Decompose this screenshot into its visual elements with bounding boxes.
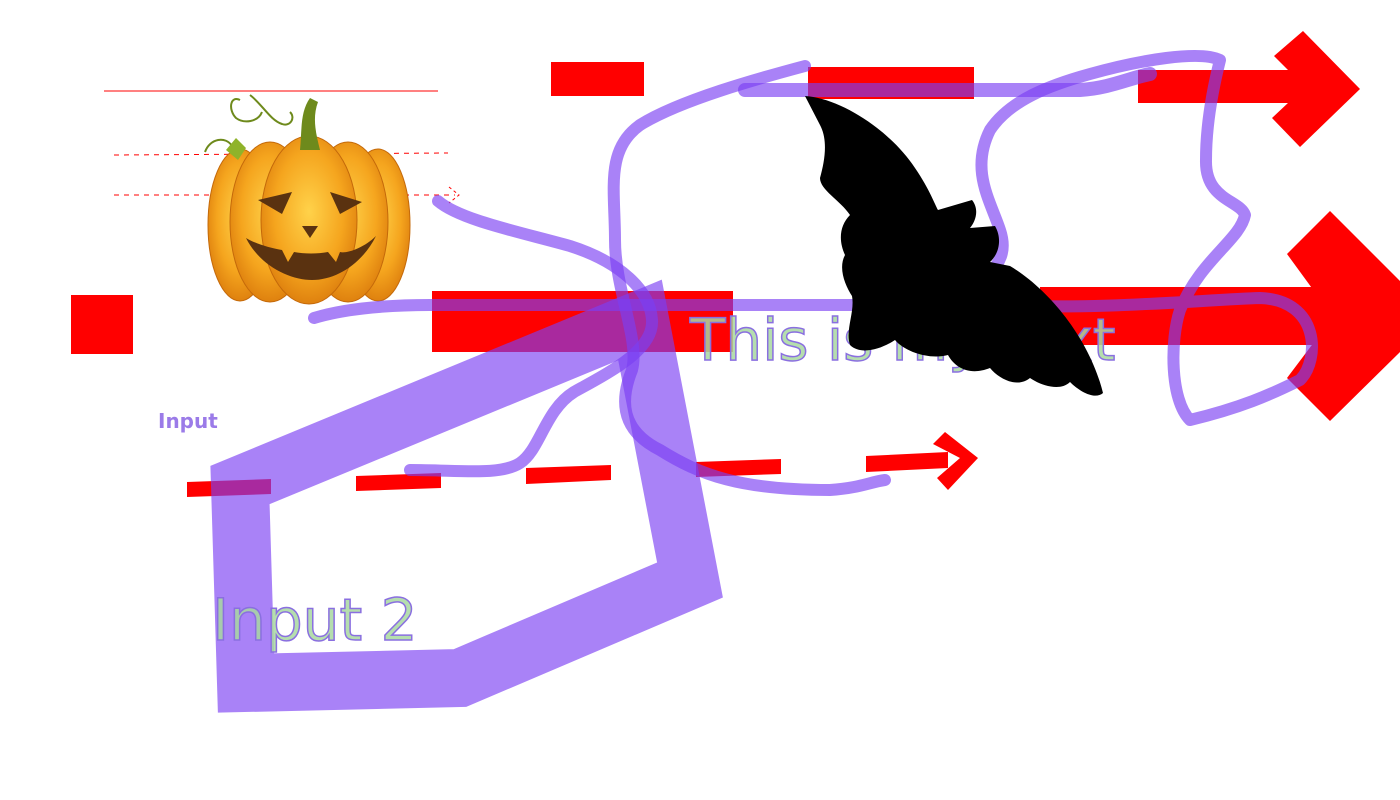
jack-o-lantern-icon[interactable] (204, 94, 411, 305)
input2-label[interactable]: Input 2 (211, 585, 418, 655)
drawing-canvas[interactable]: This is my text Input Input 2 (0, 0, 1400, 800)
red-square[interactable] (71, 295, 133, 354)
red-rect-top[interactable] (551, 62, 644, 96)
input-label[interactable]: Input (158, 409, 218, 433)
